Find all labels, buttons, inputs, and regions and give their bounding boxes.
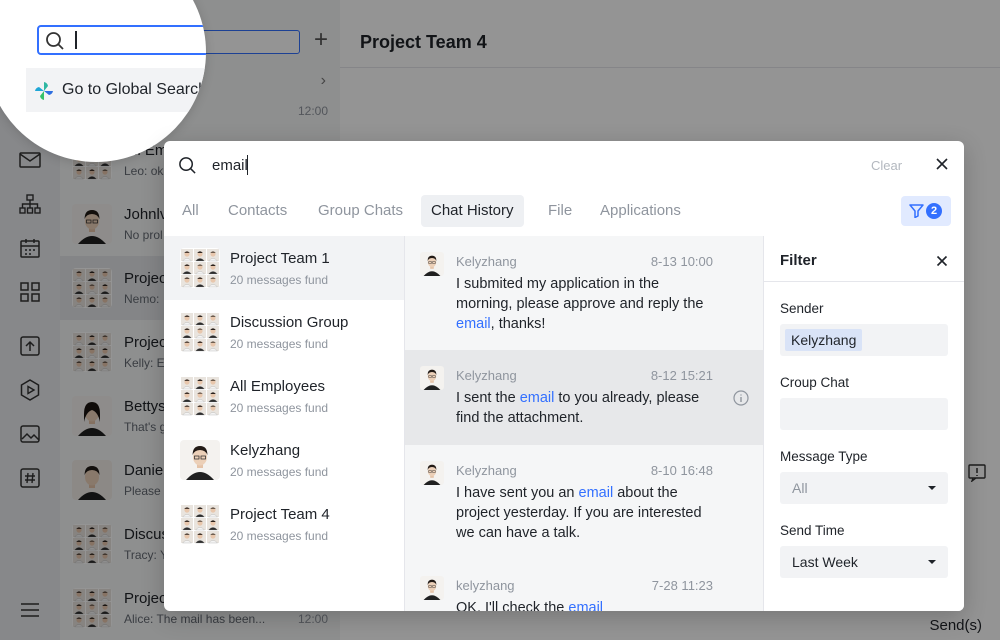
caret-down-icon — [928, 486, 936, 490]
result-name: Project Team 4 — [230, 506, 330, 523]
avatar — [420, 366, 444, 390]
filter-icon — [909, 204, 924, 223]
message-text: I have sent you an email about the proje… — [456, 483, 716, 543]
result-name: Project Team 1 — [230, 250, 330, 267]
avatar — [180, 248, 220, 288]
message-text-after: , thanks! — [490, 316, 546, 332]
result-name: All Employees — [230, 378, 326, 395]
result-count: 20 messages fund — [230, 337, 329, 351]
keyword-highlight: email — [568, 600, 604, 611]
keyword-highlight: email — [456, 316, 491, 332]
search-query-input[interactable] — [212, 157, 712, 174]
message-sender: Kelyzhang — [456, 463, 517, 478]
search-tabs: All Contacts Group Chats Chat History Fi… — [164, 193, 964, 229]
avatar — [420, 461, 444, 485]
message-item[interactable]: Kelyzhang 8-12 15:21 I sent the email to y… — [405, 350, 763, 445]
avatar — [420, 576, 444, 600]
result-name: Discussion Group — [230, 314, 349, 331]
message-item[interactable]: Kelyzhang 8-10 16:48 I have sent you an em… — [405, 445, 763, 560]
avatar — [180, 376, 220, 416]
result-count: 20 messages fund — [230, 529, 329, 543]
group-chat-field[interactable] — [780, 398, 948, 430]
message-time: 8-13 10:00 — [650, 254, 713, 269]
tab-applications[interactable]: Applications — [590, 195, 691, 227]
message-item[interactable]: Kelyzhang 8-13 10:00 I submited my applica… — [405, 236, 763, 350]
filter-count-badge: 2 — [926, 203, 942, 219]
tab-all[interactable]: All — [172, 195, 209, 227]
text-caret — [75, 31, 77, 49]
global-search-icon — [34, 81, 54, 106]
message-text: I submited my application in the morning… — [456, 274, 716, 334]
message-item[interactable]: kelyzhang 7-28 11:23 OK, I'll check the em… — [405, 560, 763, 611]
close-icon[interactable] — [936, 254, 948, 272]
result-count: 20 messages fund — [230, 465, 329, 479]
info-icon[interactable] — [733, 390, 749, 406]
message-sender: kelyzhang — [456, 578, 515, 593]
message-text-before: I sent the — [456, 390, 520, 406]
result-list: Project Team 1 20 messages fund Discussion… — [164, 236, 404, 611]
result-count: 20 messages fund — [230, 401, 329, 415]
close-icon[interactable] — [935, 157, 949, 171]
magnified-search-input[interactable] — [37, 25, 206, 55]
message-text: OK, I'll check the email — [456, 598, 716, 611]
tab-chat-history[interactable]: Chat History — [421, 195, 524, 227]
tab-file[interactable]: File — [538, 195, 582, 227]
send-time-label: Send Time — [780, 523, 845, 538]
result-item[interactable]: Project Team 1 20 messages fund — [164, 236, 404, 300]
message-time: 8-12 15:21 — [650, 368, 713, 383]
result-item[interactable]: Project Team 4 20 messages fund — [164, 492, 404, 556]
avatar — [180, 440, 220, 480]
keyword-highlight: email — [578, 485, 614, 501]
search-dialog: Clear All Contacts Group Chats Chat Hist… — [164, 141, 964, 611]
message-text-before: OK, I'll check the — [456, 600, 569, 611]
send-time-select[interactable]: Last Week — [780, 546, 948, 578]
send-time-value: Last Week — [792, 554, 858, 570]
filter-panel: Filter Sender Kelyzhang Croup Chat Messa… — [763, 236, 964, 611]
global-search-button[interactable]: Go to Global Search — [26, 68, 206, 112]
chat-history-list: Kelyzhang 8-13 10:00 I submited my applica… — [404, 236, 763, 611]
avatar — [180, 312, 220, 352]
message-time: 8-10 16:48 — [650, 463, 713, 478]
result-item[interactable]: Kelyzhang 20 messages fund — [164, 428, 404, 492]
sender-field[interactable]: Kelyzhang — [780, 324, 948, 356]
message-type-label: Message Type — [780, 449, 868, 464]
sender-chip[interactable]: Kelyzhang — [785, 329, 863, 351]
filter-title: Filter — [780, 252, 817, 269]
message-text-before: I have sent you an — [456, 485, 579, 501]
message-time: 7-28 11:23 — [651, 578, 713, 593]
divider — [764, 281, 964, 282]
result-name: Kelyzhang — [230, 442, 301, 459]
result-item[interactable]: All Employees 20 messages fund — [164, 364, 404, 428]
message-sender: Kelyzhang — [456, 368, 517, 383]
result-item[interactable]: Discussion Group 20 messages fund — [164, 300, 404, 364]
tab-group-chats[interactable]: Group Chats — [308, 195, 413, 227]
avatar — [180, 504, 220, 544]
caret-down-icon — [928, 560, 936, 564]
search-icon — [178, 156, 197, 180]
message-type-value: All — [792, 480, 808, 496]
search-bar: Clear — [164, 141, 964, 189]
tab-contacts[interactable]: Contacts — [218, 195, 297, 227]
search-icon — [45, 31, 65, 56]
global-search-label: Go to Global Search — [62, 81, 206, 98]
group-chat-label: Croup Chat — [780, 375, 850, 390]
avatar — [420, 252, 444, 276]
message-sender: Kelyzhang — [456, 254, 517, 269]
clear-button[interactable]: Clear — [871, 158, 902, 173]
keyword-highlight: email — [519, 390, 555, 406]
message-type-select[interactable]: All — [780, 472, 948, 504]
message-text: I sent the email to you already, please … — [456, 388, 716, 428]
result-count: 20 messages fund — [230, 273, 329, 287]
message-text-before: I submited my application in the morning… — [456, 276, 704, 312]
sender-label: Sender — [780, 301, 824, 316]
text-caret — [247, 155, 248, 175]
filter-button[interactable]: 2 — [901, 196, 951, 226]
